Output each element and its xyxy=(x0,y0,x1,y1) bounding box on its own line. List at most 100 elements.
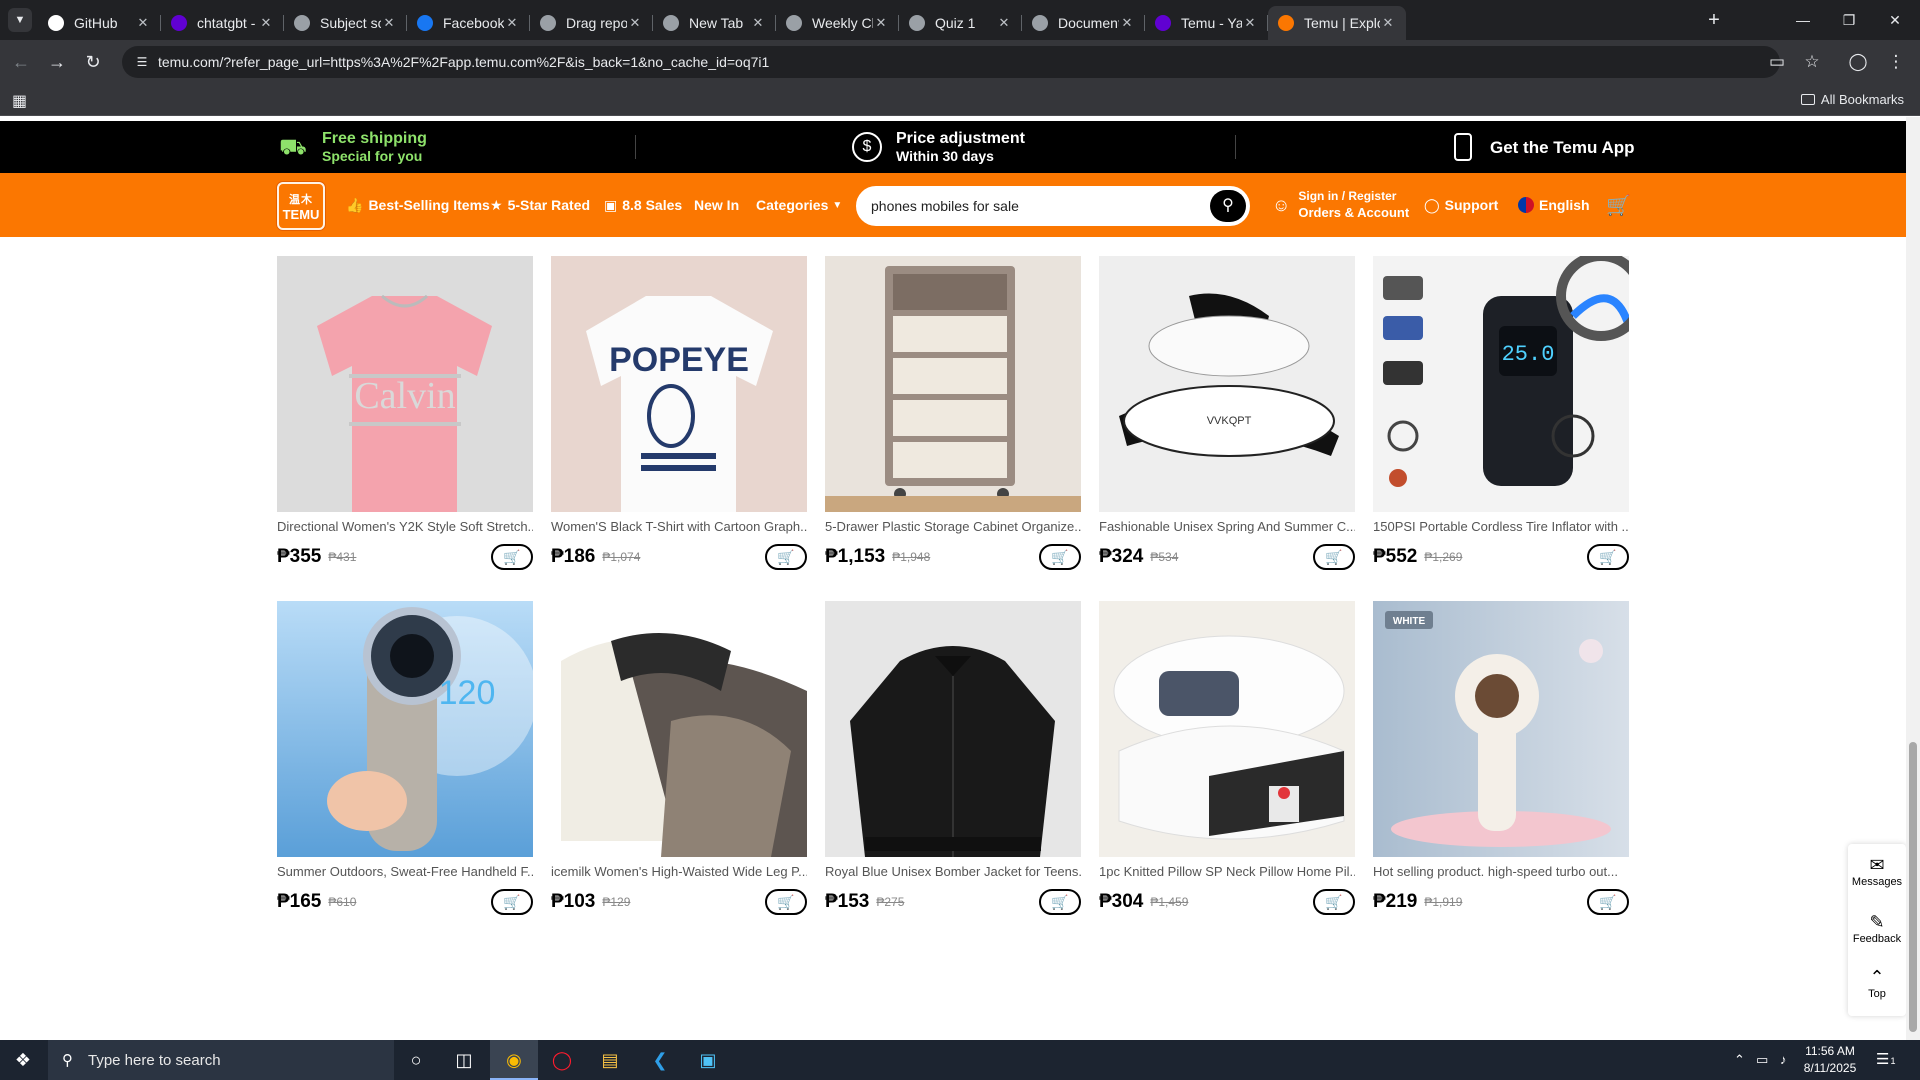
product-title[interactable]: 150PSI Portable Cordless Tire Inflator w… xyxy=(1373,519,1629,534)
tab-close-icon[interactable]: ✕ xyxy=(258,15,274,31)
add-to-cart-icon[interactable]: 🛒 xyxy=(1587,544,1629,570)
new-tab-button[interactable]: + xyxy=(1702,8,1726,32)
product-image[interactable]: 120 xyxy=(277,601,533,857)
product-image[interactable]: Calvin xyxy=(277,256,533,512)
product-image[interactable]: POPEYE xyxy=(551,256,807,512)
browser-menu-icon[interactable]: ⋮ xyxy=(1884,50,1908,74)
app-window-icon[interactable]: ▣ xyxy=(684,1040,732,1080)
tab-close-icon[interactable]: ✕ xyxy=(873,15,889,31)
product-card[interactable]: icemilk Women's High-Waisted Wide Leg P.… xyxy=(551,601,807,921)
product-image[interactable]: VVKQPT xyxy=(1099,256,1355,512)
nav-sales[interactable]: ▣ 8.8 Sales xyxy=(604,173,682,237)
scrollbar-thumb[interactable] xyxy=(1909,742,1917,1032)
window-close-icon[interactable]: ✕ xyxy=(1872,0,1918,40)
browser-tab[interactable]: Drag repositor✕ xyxy=(530,6,653,40)
nav-five-star[interactable]: ★ 5-Star Rated xyxy=(490,173,590,237)
add-to-cart-icon[interactable]: 🛒 xyxy=(1587,889,1629,915)
product-card[interactable]: Calvin Directional Women's Y2K Style Soft… xyxy=(277,256,533,576)
back-icon[interactable]: ← xyxy=(8,49,34,75)
windows-start-icon[interactable]: ❖ xyxy=(0,1040,46,1080)
sign-in-account[interactable]: ☺ Sign in / Register Orders & Account xyxy=(1272,189,1409,221)
add-to-cart-icon[interactable]: 🛒 xyxy=(765,889,807,915)
product-image[interactable]: WHITE xyxy=(1373,601,1629,857)
tab-close-icon[interactable]: ✕ xyxy=(750,15,766,31)
nav-best-selling[interactable]: 👍 Best-Selling Items xyxy=(346,173,490,237)
tab-close-icon[interactable]: ✕ xyxy=(996,15,1012,31)
page-scrollbar[interactable] xyxy=(1906,117,1920,1040)
file-explorer-icon[interactable]: ▤ xyxy=(586,1040,634,1080)
tab-close-icon[interactable]: ✕ xyxy=(627,15,643,31)
product-title[interactable]: icemilk Women's High-Waisted Wide Leg P.… xyxy=(551,864,807,879)
browser-tab[interactable]: New Tab ✕ xyxy=(653,6,776,40)
profile-icon[interactable]: ◯ xyxy=(1846,50,1870,74)
bookmark-star-icon[interactable]: ☆ xyxy=(1800,50,1824,74)
add-to-cart-icon[interactable]: 🛒 xyxy=(491,544,533,570)
nav-categories[interactable]: Categories ▼ xyxy=(756,173,842,237)
product-card[interactable]: Royal Blue Unisex Bomber Jacket for Teen… xyxy=(825,601,1081,921)
messages-button[interactable]: ✉ Messages xyxy=(1848,854,1906,888)
browser-tab[interactable]: Document ✕ xyxy=(1022,6,1145,40)
task-view-icon[interactable]: ◫ xyxy=(440,1040,488,1080)
product-card[interactable]: 5-Drawer Plastic Storage Cabinet Organiz… xyxy=(825,256,1081,576)
product-title[interactable]: 5-Drawer Plastic Storage Cabinet Organiz… xyxy=(825,519,1081,534)
show-hidden-icons[interactable]: ⌃ xyxy=(1734,1040,1745,1080)
product-card[interactable]: WHITE Hot selling product. high-speed tur… xyxy=(1373,601,1629,921)
tab-close-icon[interactable]: ✕ xyxy=(381,15,397,31)
network-icon[interactable]: ▭ xyxy=(1756,1040,1768,1080)
browser-tab[interactable]: Facebook - log✕ xyxy=(407,6,530,40)
product-title[interactable]: Women'S Black T-Shirt with Cartoon Graph… xyxy=(551,519,807,534)
product-title[interactable]: Directional Women's Y2K Style Soft Stret… xyxy=(277,519,533,534)
free-shipping-promo[interactable]: ⛟ Free shipping Special for you xyxy=(278,121,427,173)
nav-language[interactable]: English xyxy=(1518,173,1590,237)
cart-icon[interactable]: 🛒 xyxy=(1606,173,1631,237)
nav-support[interactable]: ◯ Support xyxy=(1424,173,1498,237)
search-input[interactable]: phones mobiles for sale xyxy=(871,198,1019,214)
product-image[interactable] xyxy=(825,256,1081,512)
volume-icon[interactable]: ♪ xyxy=(1780,1040,1787,1080)
product-title[interactable]: Royal Blue Unisex Bomber Jacket for Teen… xyxy=(825,864,1081,879)
add-to-cart-icon[interactable]: 🛒 xyxy=(1039,889,1081,915)
tab-close-icon[interactable]: ✕ xyxy=(135,15,151,31)
notification-center-icon[interactable]: ☰1 xyxy=(1876,1040,1895,1080)
product-card[interactable]: 120 Summer Outdoors, Sweat-Free Handheld … xyxy=(277,601,533,921)
browser-tab[interactable]: Subject schedu✕ xyxy=(284,6,407,40)
add-to-cart-icon[interactable]: 🛒 xyxy=(491,889,533,915)
tab-search-icon[interactable]: ▼ xyxy=(8,8,32,32)
browser-tab[interactable]: GitHub ✕ xyxy=(38,6,161,40)
reload-icon[interactable]: ↻ xyxy=(80,49,106,75)
product-title[interactable]: Hot selling product. high-speed turbo ou… xyxy=(1373,864,1629,879)
apps-grid-icon[interactable]: ▦ xyxy=(12,91,27,111)
browser-tab[interactable]: Quiz 1 ✕ xyxy=(899,6,1022,40)
tab-close-icon[interactable]: ✕ xyxy=(504,15,520,31)
site-info-icon[interactable]: ☰ xyxy=(134,54,150,70)
product-title[interactable]: Fashionable Unisex Spring And Summer C..… xyxy=(1099,519,1355,534)
taskbar-search[interactable]: ⚲ Type here to search xyxy=(48,1040,394,1080)
add-to-cart-icon[interactable]: 🛒 xyxy=(1039,544,1081,570)
search-icon[interactable]: ⚲ xyxy=(1210,190,1246,222)
chrome-icon[interactable]: ◉ xyxy=(490,1040,538,1080)
product-card[interactable]: VVKQPT Fashionable Unisex Spring And Summ… xyxy=(1099,256,1355,576)
browser-tab[interactable]: Temu - Yahoo S✕ xyxy=(1145,6,1268,40)
product-image[interactable] xyxy=(551,601,807,857)
get-app-promo[interactable]: Get the Temu App xyxy=(1454,121,1635,173)
minimize-icon[interactable]: — xyxy=(1780,0,1826,40)
browser-tab[interactable]: Temu | Explore✕ xyxy=(1268,6,1406,40)
all-bookmarks[interactable]: All Bookmarks xyxy=(1800,92,1904,107)
product-card[interactable]: POPEYE Women'S Black T-Shirt with Cartoon… xyxy=(551,256,807,576)
address-bar[interactable]: ☰ temu.com/?refer_page_url=https%3A%2F%2… xyxy=(122,46,1780,78)
product-image[interactable]: 25.0 xyxy=(1373,256,1629,512)
browser-tab[interactable]: chtatgbt - Yaho✕ xyxy=(161,6,284,40)
back-to-top-button[interactable]: ⌃ Top xyxy=(1848,966,1906,1000)
product-card[interactable]: 1pc Knitted Pillow SP Neck Pillow Home P… xyxy=(1099,601,1355,921)
search-bar[interactable]: phones mobiles for sale ⚲ xyxy=(856,186,1250,226)
feedback-button[interactable]: ✎ Feedback xyxy=(1848,911,1906,945)
add-to-cart-icon[interactable]: 🛒 xyxy=(1313,544,1355,570)
price-adjustment-promo[interactable]: $ Price adjustment Within 30 days xyxy=(852,121,1025,173)
tab-close-icon[interactable]: ✕ xyxy=(1119,15,1135,31)
url-text[interactable]: temu.com/?refer_page_url=https%3A%2F%2Fa… xyxy=(158,54,769,70)
opera-icon[interactable]: ◯ xyxy=(538,1040,586,1080)
product-title[interactable]: 1pc Knitted Pillow SP Neck Pillow Home P… xyxy=(1099,864,1355,879)
system-clock[interactable]: 11:56 AM 8/11/2025 xyxy=(1800,1043,1860,1077)
product-card[interactable]: 25.0 150PSI Portable Cordless Tire Inflat… xyxy=(1373,256,1629,576)
restore-icon[interactable]: ❐ xyxy=(1826,0,1872,40)
